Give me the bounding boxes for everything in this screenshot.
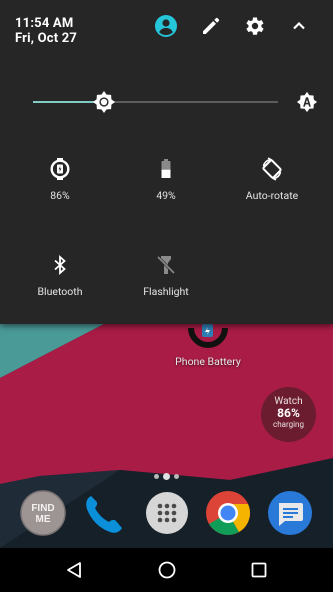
bluetooth-icon <box>48 253 72 277</box>
tile-bluetooth[interactable]: Bluetooth <box>5 253 115 298</box>
find-me-line1: FIND <box>31 503 54 514</box>
tile-watch-battery-label: 86% <box>50 189 70 202</box>
clock-date: Fri, Oct 27 <box>15 31 78 46</box>
app-drawer-icon[interactable] <box>144 490 190 536</box>
header-clock: 11:54 AM Fri, Oct 27 <box>15 16 77 46</box>
find-me-line2: ME <box>36 514 51 525</box>
tile-flashlight-label: Flashlight <box>143 285 189 298</box>
page-dot <box>154 474 159 479</box>
tile-flashlight[interactable]: Flashlight <box>111 253 221 298</box>
tile-bluetooth-label: Bluetooth <box>37 285 83 298</box>
navigation-bar <box>0 548 333 592</box>
tile-auto-rotate[interactable]: Auto-rotate <box>217 157 327 202</box>
find-me-app[interactable]: FIND ME <box>20 490 66 536</box>
phone-icon[interactable] <box>81 490 127 536</box>
chevron-up-icon[interactable] <box>287 14 311 38</box>
chrome-icon[interactable] <box>205 490 251 536</box>
brightness-auto-icon[interactable] <box>296 91 318 113</box>
page-indicator <box>150 472 184 480</box>
messages-icon[interactable] <box>267 490 313 536</box>
tile-phone-battery-label: 49% <box>156 189 176 202</box>
watch-battery-icon <box>48 157 72 181</box>
flashlight-off-icon <box>154 253 178 277</box>
brightness-thumb-icon[interactable] <box>92 90 116 114</box>
tile-watch-battery[interactable]: 86% <box>5 157 115 202</box>
battery-icon <box>154 157 178 181</box>
watch-badge-percent: 86% <box>277 406 300 420</box>
tile-auto-rotate-label: Auto-rotate <box>245 189 299 202</box>
screen-rotation-icon <box>260 157 284 181</box>
brightness-slider[interactable] <box>0 88 333 116</box>
tile-phone-battery[interactable]: 49% <box>111 157 221 202</box>
account-circle-icon[interactable] <box>154 14 178 38</box>
clock-time: 11:54 AM <box>15 16 74 31</box>
watch-battery-badge[interactable]: Watch 86% charging <box>261 387 316 442</box>
recents-icon[interactable] <box>248 559 270 581</box>
brightness-track-empty <box>104 101 278 103</box>
page-dot-active <box>163 473 170 480</box>
back-icon[interactable] <box>63 559 85 581</box>
gear-icon[interactable] <box>243 14 267 38</box>
pencil-icon[interactable] <box>199 14 223 38</box>
page-dot <box>174 474 179 479</box>
watch-badge-status: charging <box>273 420 304 429</box>
phone-battery-label[interactable]: Phone Battery <box>150 355 266 368</box>
home-icon[interactable] <box>156 559 178 581</box>
phone-battery-widget-icon[interactable] <box>188 320 228 348</box>
quick-settings-panel: 11:54 AM Fri, Oct 27 86% 49% Auto-rotate… <box>0 0 333 324</box>
